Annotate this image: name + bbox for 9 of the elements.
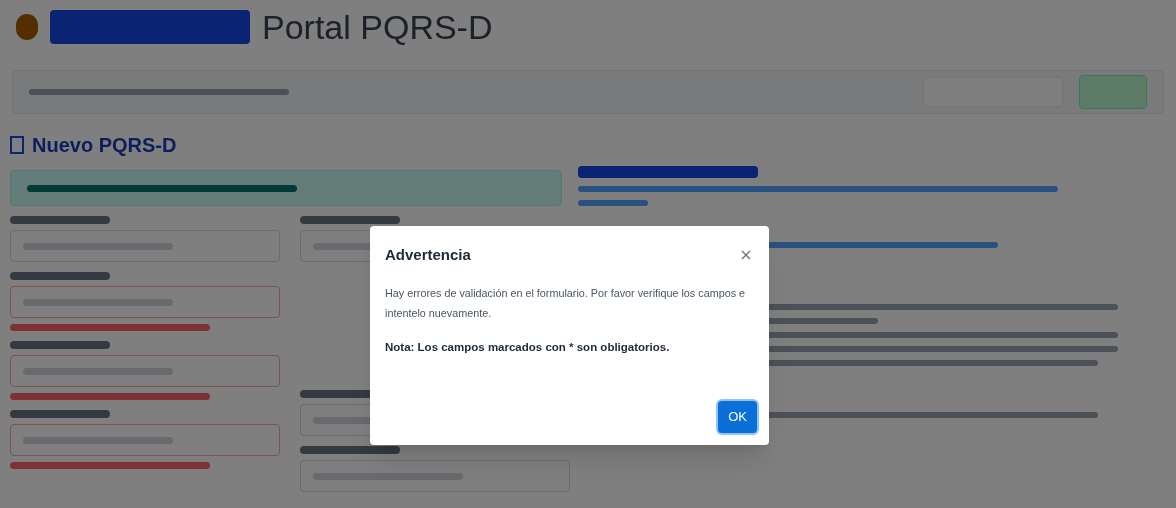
portal-title: Portal PQRS-D — [262, 10, 493, 44]
page-heading: Nuevo PQRS-D — [32, 133, 177, 158]
ok-button[interactable]: OK — [718, 401, 757, 433]
dialog-note: Nota: Los campos marcados con * son obligatorios. — [385, 339, 671, 355]
dialog-message: Hay errores de validación en el formulario. Por favor verifique los campos e intentelo nuevamente. — [385, 285, 747, 321]
document-icon — [10, 136, 24, 154]
dialog-title: Advertencia — [385, 245, 471, 265]
close-icon — [741, 250, 751, 261]
emblem-icon — [16, 14, 38, 40]
